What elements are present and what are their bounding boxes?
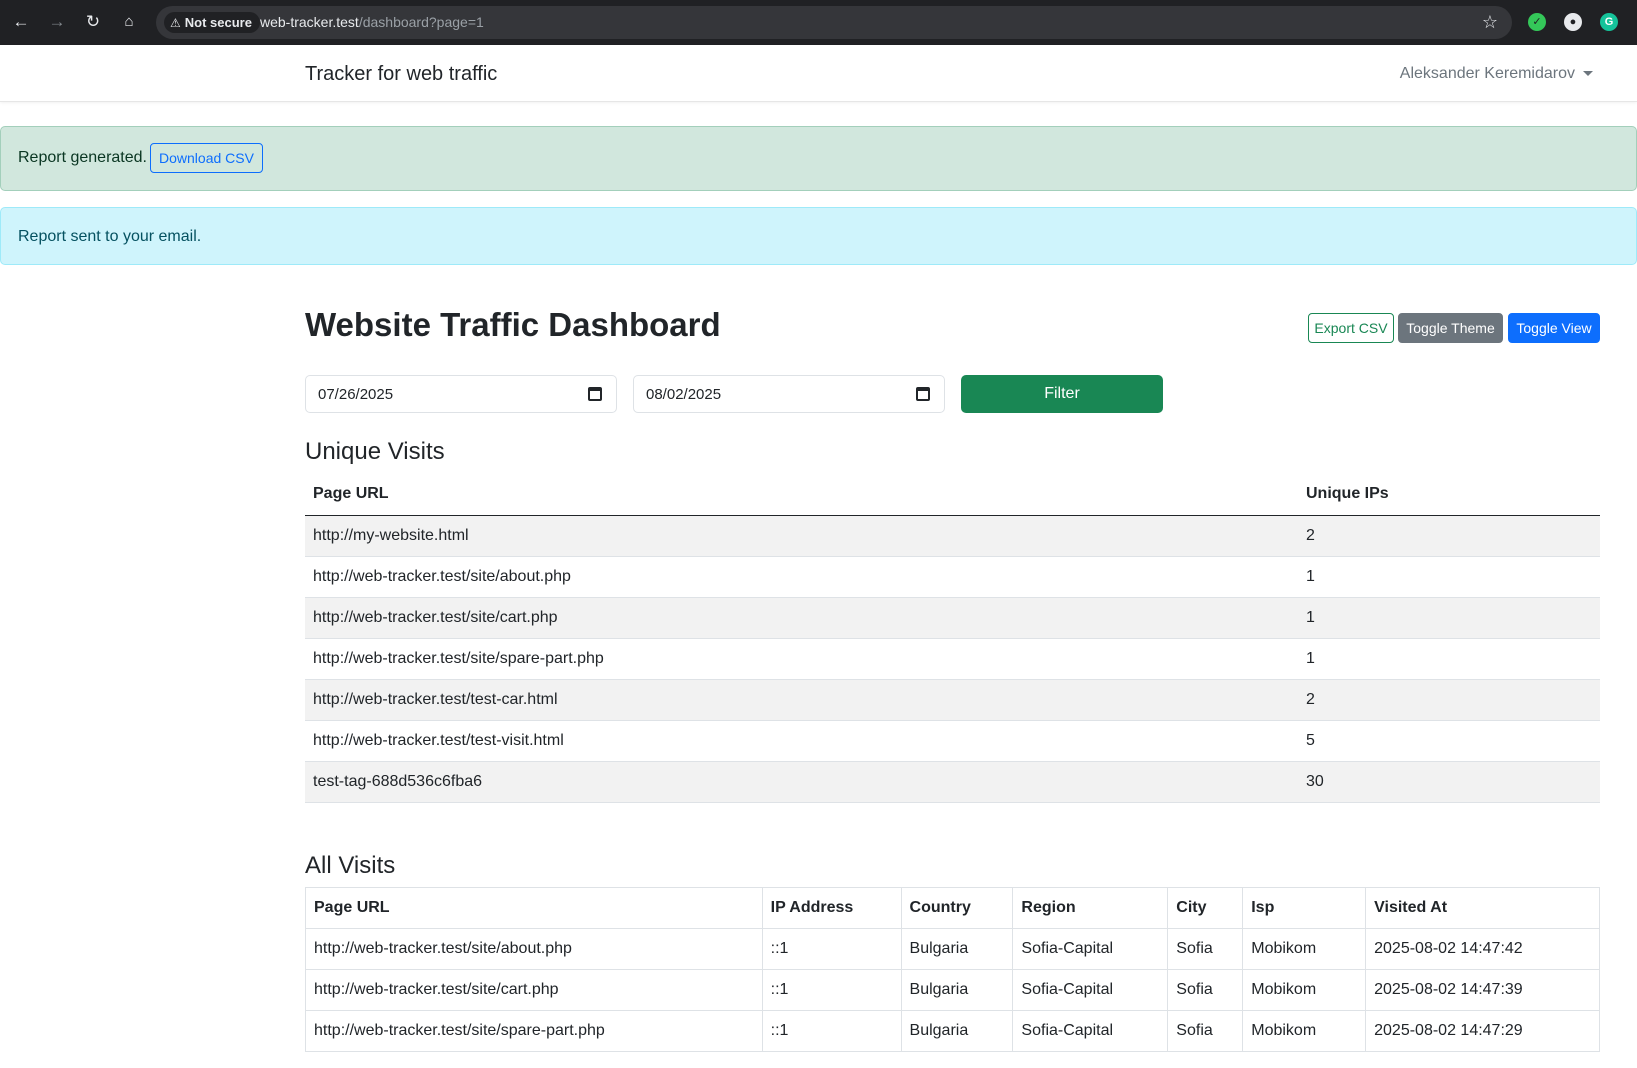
table-cell: http://web-tracker.test/test-visit.html <box>305 719 1298 761</box>
user-menu[interactable]: Aleksander Keremidarov <box>1400 65 1593 83</box>
table-row: http://web-tracker.test/site/cart.php::1… <box>305 969 1600 1011</box>
column-header: Page URL <box>305 887 763 929</box>
table-cell: Mobikom <box>1242 928 1367 970</box>
chevron-down-icon <box>1583 71 1593 77</box>
table-cell: 2025-08-02 14:47:42 <box>1365 928 1600 970</box>
table-row: http://web-tracker.test/site/spare-part.… <box>305 637 1600 679</box>
success-alert: Report generated. Download CSV <box>0 126 1637 191</box>
unique-visits-title: Unique Visits <box>305 438 445 465</box>
table-cell: http://my-website.html <box>305 514 1298 556</box>
table-cell: 2 <box>1298 678 1600 720</box>
table-row: http://web-tracker.test/site/about.php 1 <box>305 555 1600 597</box>
success-alert-text: Report generated. <box>18 149 147 166</box>
table-cell: ::1 <box>761 969 902 1011</box>
table-cell: 2 <box>1298 514 1600 556</box>
table-cell: 2025-08-02 14:47:29 <box>1365 1010 1600 1052</box>
table-cell: test-tag-688d536c6fba6 <box>305 760 1298 803</box>
info-alert: Report sent to your email. <box>0 207 1637 265</box>
column-header: Country <box>900 887 1014 929</box>
filter-button[interactable]: Filter <box>961 375 1163 413</box>
grammarly-icon[interactable]: G <box>1600 13 1618 31</box>
calendar-icon[interactable] <box>916 387 930 401</box>
column-header: Isp <box>1242 887 1367 929</box>
unique-visits-table: Page URL Unique IPs http://my-website.ht… <box>305 474 1600 803</box>
back-icon[interactable]: ← <box>8 9 34 35</box>
table-header-row: Page URL Unique IPs <box>305 474 1600 516</box>
table-cell: http://web-tracker.test/test-car.html <box>305 678 1298 720</box>
security-label: Not secure <box>184 15 252 30</box>
page-title: Website Traffic Dashboard <box>305 306 721 343</box>
table-cell: http://web-tracker.test/site/cart.php <box>305 969 763 1011</box>
table-row: http://web-tracker.test/test-car.html 2 <box>305 678 1600 720</box>
table-cell: http://web-tracker.test/site/cart.php <box>305 596 1298 638</box>
app-navbar: Tracker for web traffic Aleksander Kerem… <box>0 45 1637 102</box>
home-icon[interactable]: ⌂ <box>116 9 142 35</box>
table-header-row: Page URL IP Address Country Region City … <box>305 887 1600 929</box>
extension-thumb-icon[interactable]: ✓ <box>1528 13 1546 31</box>
column-header: Page URL <box>305 474 1298 516</box>
table-cell: 1 <box>1298 555 1600 597</box>
table-row: http://web-tracker.test/test-visit.html 5 <box>305 719 1600 761</box>
column-header: IP Address <box>761 887 902 929</box>
table-cell: Sofia <box>1167 1010 1244 1052</box>
table-cell: http://web-tracker.test/site/spare-part.… <box>305 1010 763 1052</box>
column-header: Visited At <box>1365 887 1600 929</box>
table-cell: http://web-tracker.test/site/about.php <box>305 928 763 970</box>
table-row: http://web-tracker.test/site/about.php::… <box>305 928 1600 970</box>
table-cell: ::1 <box>761 928 902 970</box>
security-chip[interactable]: ⚠ Not secure <box>164 12 260 33</box>
date-from-input[interactable]: 07/26/2025 <box>305 375 617 413</box>
extension-circle-icon[interactable]: ● <box>1564 13 1582 31</box>
table-cell: 2025-08-02 14:47:39 <box>1365 969 1600 1011</box>
table-cell: http://web-tracker.test/site/about.php <box>305 555 1298 597</box>
download-csv-button[interactable]: Download CSV <box>150 143 263 173</box>
date-from-value: 07/26/2025 <box>318 386 394 403</box>
table-cell: Mobikom <box>1242 969 1367 1011</box>
reload-icon[interactable]: ↻ <box>80 9 106 35</box>
forward-icon[interactable]: → <box>44 9 70 35</box>
table-cell: Mobikom <box>1242 1010 1367 1052</box>
table-cell: Sofia-Capital <box>1012 969 1169 1011</box>
table-cell: http://web-tracker.test/site/spare-part.… <box>305 637 1298 679</box>
date-to-value: 08/02/2025 <box>646 386 722 403</box>
table-row: test-tag-688d536c6fba6 30 <box>305 760 1600 803</box>
calendar-icon[interactable] <box>588 387 602 401</box>
browser-toolbar: ← → ↻ ⌂ ⚠ Not secure web-tracker.test/das… <box>0 0 1637 45</box>
table-row: http://web-tracker.test/site/cart.php 1 <box>305 596 1600 638</box>
all-visits-title: All Visits <box>305 852 396 879</box>
column-header: Region <box>1012 887 1169 929</box>
table-cell: Sofia <box>1167 928 1244 970</box>
export-csv-button[interactable]: Export CSV <box>1308 313 1394 343</box>
table-row: http://my-website.html 2 <box>305 514 1600 556</box>
table-cell: Sofia-Capital <box>1012 928 1169 970</box>
bookmark-star-icon[interactable]: ☆ <box>1482 6 1498 39</box>
brand-title[interactable]: Tracker for web traffic <box>305 63 497 86</box>
table-cell: 1 <box>1298 596 1600 638</box>
toggle-view-button[interactable]: Toggle View <box>1508 313 1600 343</box>
url-path: /dashboard?page=1 <box>358 14 484 30</box>
column-header: Unique IPs <box>1298 474 1600 516</box>
url-text[interactable]: web-tracker.test/dashboard?page=1 <box>260 6 484 39</box>
table-row: http://web-tracker.test/site/spare-part.… <box>305 1010 1600 1052</box>
table-cell: Sofia <box>1167 969 1244 1011</box>
all-visits-table: Page URL IP Address Country Region City … <box>305 887 1600 1052</box>
address-bar[interactable]: ⚠ Not secure web-tracker.test/dashboard?p… <box>156 6 1512 39</box>
url-host: web-tracker.test <box>260 14 359 30</box>
table-cell: ::1 <box>761 1010 902 1052</box>
table-cell: 1 <box>1298 637 1600 679</box>
column-header: City <box>1167 887 1244 929</box>
info-alert-text: Report sent to your email. <box>18 228 202 245</box>
toggle-theme-button[interactable]: Toggle Theme <box>1398 313 1503 343</box>
table-cell: Bulgaria <box>900 969 1014 1011</box>
table-cell: Bulgaria <box>900 1010 1014 1052</box>
table-cell: 5 <box>1298 719 1600 761</box>
table-cell: Bulgaria <box>900 928 1014 970</box>
table-cell: Sofia-Capital <box>1012 1010 1169 1052</box>
table-cell: 30 <box>1298 760 1600 803</box>
warning-icon: ⚠ <box>170 16 181 30</box>
date-to-input[interactable]: 08/02/2025 <box>633 375 945 413</box>
user-name: Aleksander Keremidarov <box>1399 65 1575 82</box>
